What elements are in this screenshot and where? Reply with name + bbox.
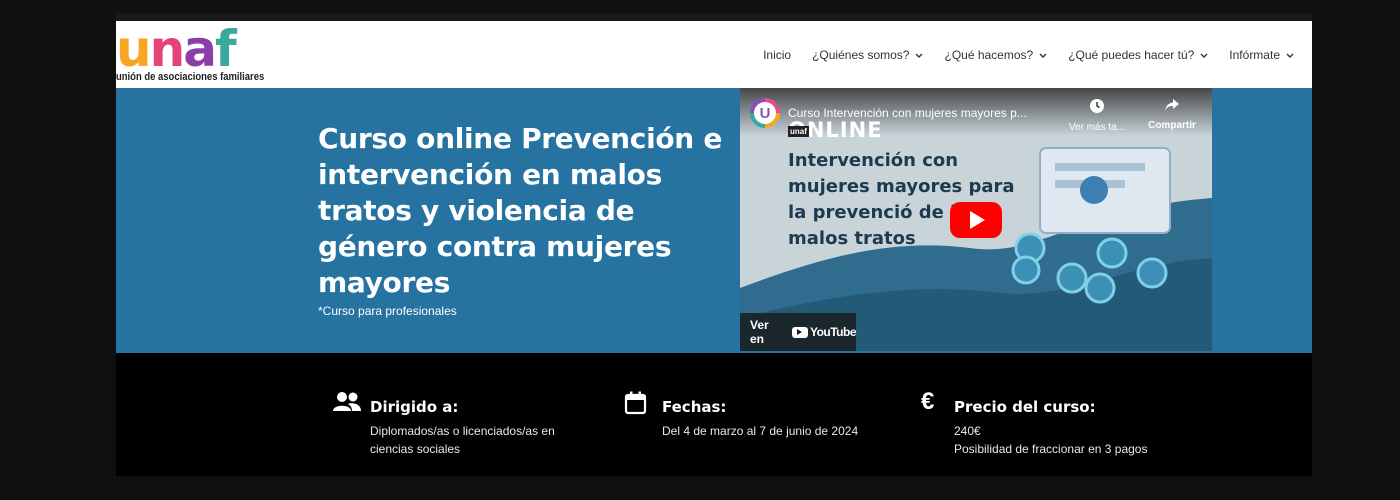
chevron-down-icon bbox=[1200, 50, 1208, 60]
nav-label: ¿Qué puedes hacer tú? bbox=[1068, 47, 1195, 62]
logo-letter-f: f bbox=[214, 20, 237, 78]
hero-section: Curso online Prevención e intervención e… bbox=[116, 88, 1312, 353]
euro-icon: € bbox=[921, 388, 935, 415]
nav-item-inicio[interactable]: Inicio bbox=[763, 48, 791, 62]
nav-label: Infórmate bbox=[1229, 47, 1280, 62]
unaf-logo[interactable]: unaf unión de asociaciones familiares bbox=[116, 21, 276, 88]
share-label: Compartir bbox=[1148, 120, 1196, 131]
youtube-logo: YouTube bbox=[791, 325, 857, 339]
nav-item-quienes-somos[interactable]: ¿Quiénes somos? bbox=[812, 48, 923, 62]
youtube-play-icon bbox=[791, 326, 808, 338]
logo-tagline: unión de asociaciones familiares bbox=[116, 71, 265, 83]
nav-label: ¿Qué hacemos? bbox=[944, 47, 1034, 62]
chevron-down-icon bbox=[1286, 50, 1294, 60]
info-heading: Precio del curso: bbox=[954, 398, 1096, 416]
play-icon bbox=[970, 211, 985, 229]
play-button[interactable] bbox=[950, 202, 1002, 238]
nav-item-que-puedes-hacer[interactable]: ¿Qué puedes hacer tú? bbox=[1068, 48, 1208, 62]
course-title: Curso online Prevención e intervención e… bbox=[318, 122, 723, 299]
logo-letter-a: a bbox=[183, 20, 217, 78]
nav-item-informate[interactable]: Infórmate bbox=[1229, 48, 1294, 62]
main-nav: Inicio ¿Quiénes somos? ¿Qué hacemos? ¿Qu… bbox=[763, 21, 1294, 88]
info-text: Diplomados/as o licenciados/as en cienci… bbox=[370, 424, 555, 456]
course-subtitle: *Curso para profesionales bbox=[318, 304, 457, 318]
watch-on-youtube-button[interactable]: Ver en YouTube bbox=[740, 313, 857, 351]
info-heading: Dirigido a: bbox=[370, 398, 459, 416]
youtube-label: YouTube bbox=[809, 325, 857, 339]
channel-avatar[interactable]: U bbox=[750, 98, 780, 128]
page-frame: unaf unión de asociaciones familiares In… bbox=[116, 13, 1312, 476]
share-button[interactable]: Compartir bbox=[1142, 98, 1202, 131]
chevron-down-icon bbox=[1039, 50, 1047, 60]
top-strip bbox=[116, 13, 1312, 21]
info-heading: Fechas: bbox=[662, 398, 727, 416]
price-value: 240€ bbox=[954, 424, 981, 438]
share-icon bbox=[1142, 98, 1202, 117]
people-icon bbox=[332, 391, 362, 415]
watch-on-label: Ver en bbox=[750, 318, 769, 346]
calendar-icon bbox=[624, 391, 654, 415]
logo-letter-n: n bbox=[149, 20, 186, 78]
logo-letters: unaf bbox=[116, 20, 237, 78]
chevron-down-icon bbox=[915, 50, 923, 60]
thumbnail-badge: unaf bbox=[788, 126, 809, 137]
course-info-section: Dirigido a: Diplomados/as o licenciados/… bbox=[116, 353, 1312, 476]
info-text: 240€ Posibilidad de fraccionar en 3 pago… bbox=[954, 422, 1184, 458]
youtube-embed[interactable]: U Curso Intervención con mujeres mayores… bbox=[740, 88, 1212, 351]
channel-initial: U bbox=[754, 102, 776, 124]
nav-label: ¿Quiénes somos? bbox=[812, 47, 910, 62]
clock-icon bbox=[1066, 98, 1128, 119]
nav-label: Inicio bbox=[763, 47, 792, 62]
logo-letter-u: u bbox=[116, 20, 152, 78]
payment-note: Posibilidad de fraccionar en 3 pagos bbox=[954, 442, 1148, 456]
info-text: Del 4 de marzo al 7 de junio de 2024 bbox=[662, 424, 859, 438]
nav-item-que-hacemos[interactable]: ¿Qué hacemos? bbox=[944, 48, 1047, 62]
site-header: unaf unión de asociaciones familiares In… bbox=[116, 21, 1312, 88]
watch-later-button[interactable]: Ver más ta... bbox=[1066, 98, 1128, 133]
watch-later-label: Ver más ta... bbox=[1068, 122, 1126, 133]
